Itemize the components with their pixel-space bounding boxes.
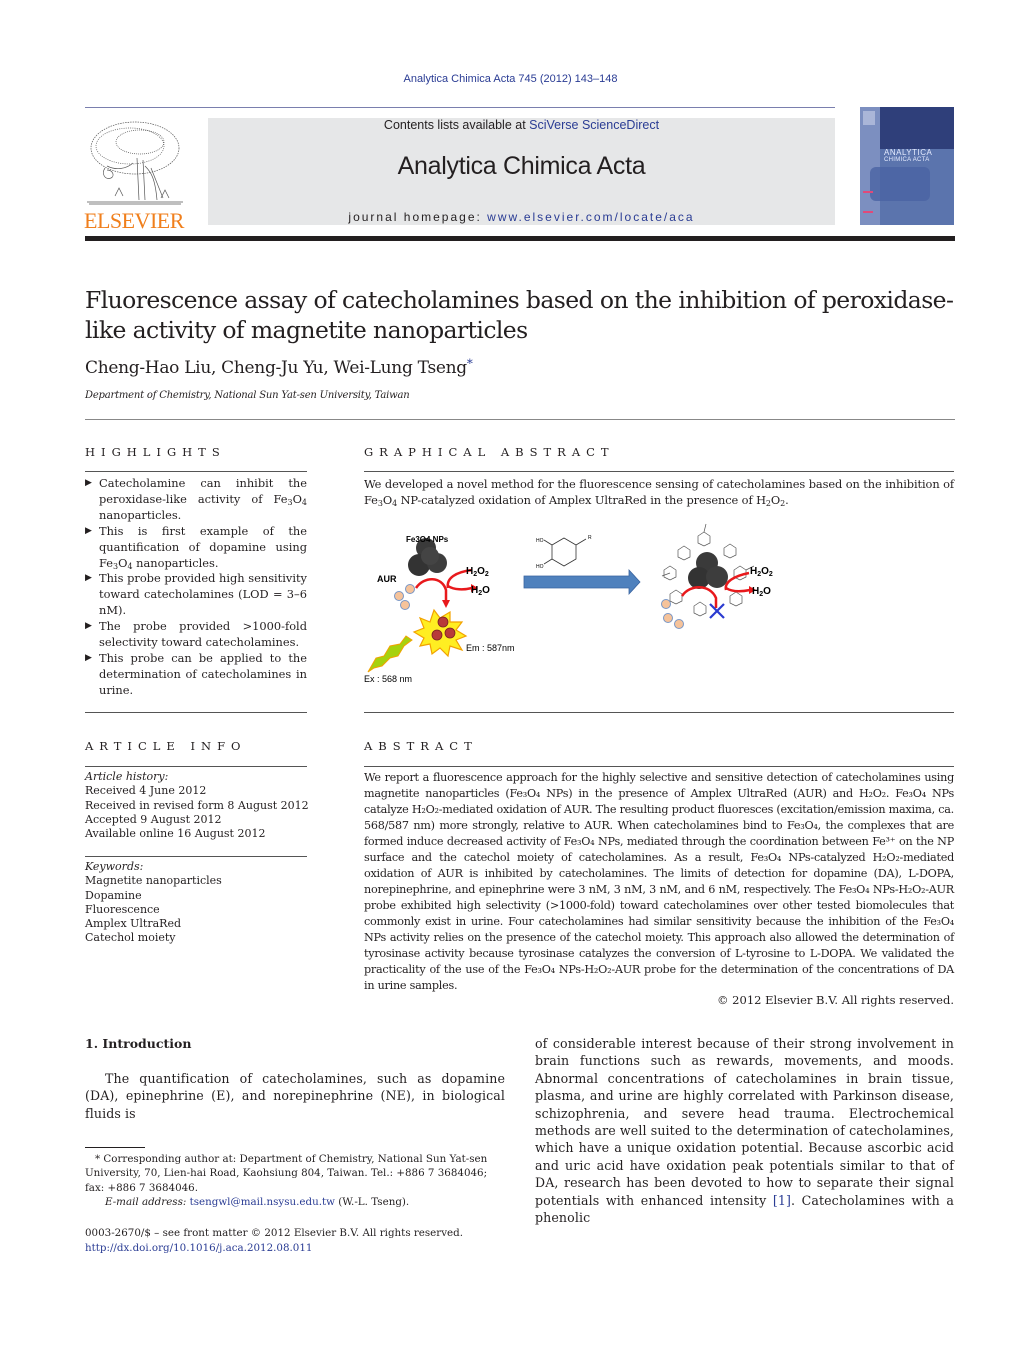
article-info-heading: ARTICLE INFO (85, 739, 247, 753)
history-received: Received 4 June 2012 (85, 784, 207, 798)
cover-title-1: ANALYTICA (884, 148, 933, 157)
bullet-triangle-icon: ▶ (85, 478, 92, 488)
divider (85, 712, 307, 713)
cover-stripe (863, 191, 873, 193)
abstract-heading: ABSTRACT (364, 739, 478, 753)
h2o-label: H2O (471, 585, 490, 597)
keywords-label: Keywords: (85, 860, 144, 873)
excitation-lightning-icon (367, 635, 413, 673)
aur-label: AUR (377, 574, 397, 584)
divider (85, 856, 307, 857)
contents-prefix: Contents lists available at (383, 118, 530, 132)
history-accepted: Accepted 9 August 2012 (85, 812, 222, 826)
copyright: © 2012 Elsevier B.V. All rights reserved… (717, 993, 954, 1007)
footnote-rule (85, 1147, 145, 1148)
keyword: Fluorescence (85, 902, 160, 916)
highlight-item: ▶ Catecholamine can inhibit the peroxidas… (85, 476, 307, 522)
bullet-triangle-icon: ▶ (85, 525, 92, 536)
divider (364, 712, 954, 713)
cover-top-band (880, 107, 954, 149)
journal-reference[interactable]: Analytica Chimica Acta 745 (2012) 143–14… (0, 73, 1021, 85)
keywords: Keywords: Magnetite nanoparticles Dopami… (85, 860, 315, 946)
catechol-r: R (588, 535, 592, 541)
email-label: E-mail address: (105, 1195, 190, 1208)
np-label: Fe3O4 NPs (406, 535, 449, 544)
graphical-abstract-heading: GRAPHICAL ABSTRACT (364, 445, 615, 459)
contents-line: Contents lists available at SciVerse Sci… (208, 118, 835, 132)
keyword: Amplex UltraRed (85, 917, 182, 931)
cover-photo (870, 167, 930, 201)
intro-paragraph-continued: of considerable interest because of thei… (535, 1036, 954, 1226)
corresponding-author-mark[interactable]: * (467, 357, 473, 371)
highlight-item: ▶ The probe provided >1000-fold selectivi… (85, 619, 307, 650)
email-suffix: (W.-L. Tseng). (334, 1195, 410, 1208)
journal-masthead: Contents lists available at SciVerse Sci… (208, 118, 835, 225)
history-revised: Received in revised form 8 August 2012 (85, 798, 309, 812)
keyword: Dopamine (85, 888, 142, 902)
highlight-item: ▶ This probe can be applied to the determ… (85, 650, 307, 697)
divider (85, 419, 955, 420)
keyword: Magnetite nanoparticles (85, 874, 222, 888)
issn-line: 0003-2670/$ – see front matter © 2012 El… (85, 1227, 463, 1239)
bullet-triangle-icon: ▶ (85, 652, 92, 663)
highlight-item: ▶ This is first example of the quantifica… (85, 523, 307, 571)
citation-link[interactable]: [1] (773, 1193, 791, 1208)
arrow-head (442, 600, 450, 608)
email-line: E-mail address: tsengwl@mail.nsysu.edu.t… (85, 1195, 505, 1209)
cover-title-2: CHIMICA ACTA (884, 157, 930, 163)
corresponding-author-note: * Corresponding author at: Department of… (85, 1153, 488, 1194)
catechol-ho-1: HO (536, 538, 544, 544)
history-label: Article history: (85, 770, 169, 783)
cover-stripe (863, 211, 873, 213)
graphical-abstract-text: We developed a novel method for the fluo… (364, 477, 954, 508)
journal-cover-image: ANALYTICA CHIMICA ACTA (860, 107, 954, 225)
catechol-ho-2: HO (536, 564, 544, 570)
history-online: Available online 16 August 2012 (85, 827, 266, 841)
bullet-triangle-icon: ▶ (85, 621, 92, 632)
divider (364, 766, 954, 767)
journal-title: Analytica Chimica Acta (397, 152, 646, 180)
cover-badge (863, 111, 875, 125)
h2o2-label-right: H2O2 (750, 566, 773, 578)
doi-link[interactable]: http://dx.doi.org/10.1016/j.aca.2012.08.… (85, 1241, 525, 1256)
footnote: * Corresponding author at: Department of… (85, 1152, 505, 1209)
header-rule (85, 107, 835, 108)
affiliation: Department of Chemistry, National Sun Ya… (85, 390, 410, 401)
sciencedirect-link[interactable]: SciVerse ScienceDirect (529, 118, 659, 132)
masthead-thick-rule (85, 236, 955, 241)
highlights-list: ▶ Catecholamine can inhibit the peroxidas… (85, 476, 307, 699)
catechol-structure (543, 537, 587, 567)
excitation-label: Ex : 568 nm (364, 674, 412, 684)
divider (364, 471, 954, 472)
inhibited-nanoparticle-cluster (688, 552, 728, 589)
process-arrow (523, 568, 641, 596)
highlights-heading: HIGHLIGHTS (85, 445, 226, 459)
front-matter: 0003-2670/$ – see front matter © 2012 El… (85, 1226, 525, 1255)
tree-icon (87, 121, 183, 205)
section-heading-introduction: 1. Introduction (85, 1036, 192, 1051)
article-title: Fluorescence assay of catecholamines bas… (85, 286, 954, 344)
abstract-text: We report a fluorescence approach for th… (364, 771, 954, 992)
highlight-item: ▶ This probe provided high sensitivity to… (85, 571, 307, 618)
article-history: Article history: Received 4 June 2012 Re… (85, 770, 315, 841)
graphical-abstract-figure: Fe3O4 NPs AUR H2O2 H2O Em : 587nm Ex : 5… (364, 523, 773, 684)
keyword: Catechol moiety (85, 931, 176, 945)
intro-paragraph: The quantification of catecholamines, su… (85, 1071, 505, 1121)
divider (85, 766, 307, 767)
emission-label: Em : 587nm (466, 643, 515, 653)
h2o2-label: H2O2 (466, 566, 489, 578)
bullet-triangle-icon: ▶ (85, 573, 92, 584)
email-link[interactable]: tsengwl@mail.nsysu.edu.tw (190, 1196, 335, 1208)
homepage-line: journal homepage: www.elsevier.com/locat… (208, 210, 835, 224)
author-list: Cheng-Hao Liu, Cheng-Ju Yu, Wei-Lung Tse… (85, 358, 473, 378)
h2o-label-right: H2O (752, 586, 771, 598)
aur-molecules (394, 584, 415, 610)
authors: Cheng-Hao Liu, Cheng-Ju Yu, Wei-Lung Tse… (85, 358, 467, 378)
divider (85, 471, 307, 472)
homepage-link[interactable]: www.elsevier.com/locate/aca (487, 210, 694, 224)
elsevier-wordmark: ELSEVIER (84, 208, 184, 233)
homepage-prefix: journal homepage: (348, 210, 488, 224)
aur-molecules-right (661, 599, 684, 629)
